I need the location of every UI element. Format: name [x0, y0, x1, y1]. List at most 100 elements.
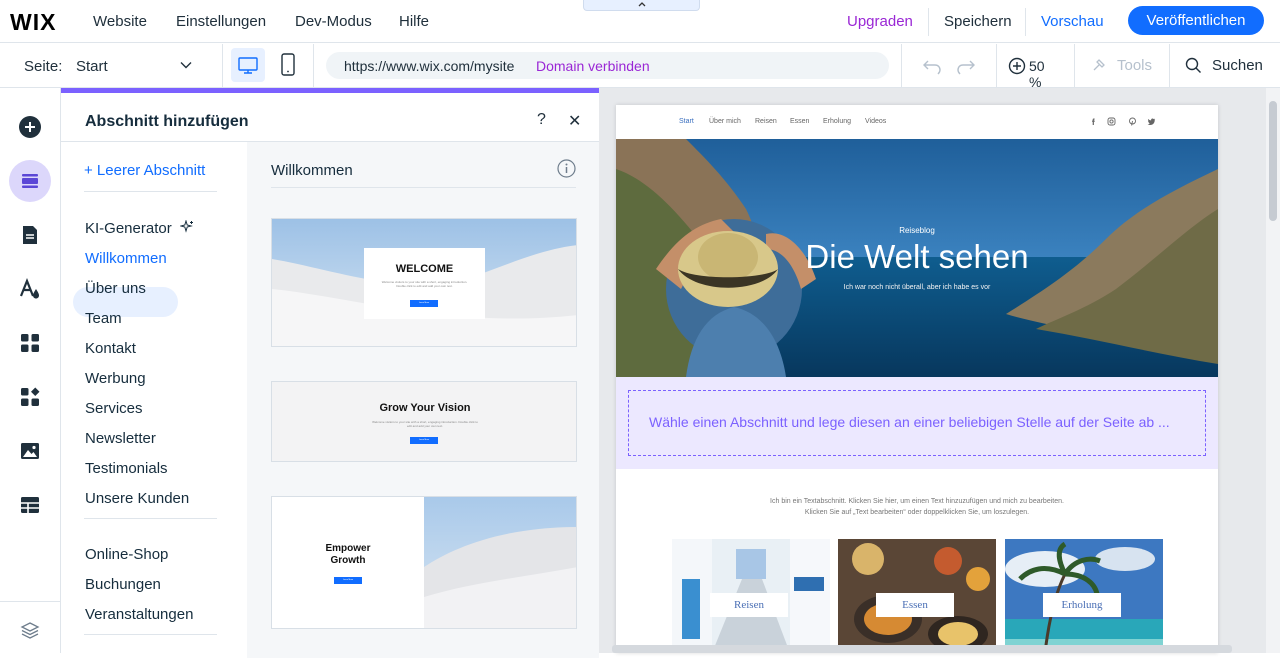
gallery-item-travel[interactable]: Reisen — [672, 539, 830, 653]
drop-zone-outline: Wähle einen Abschnitt und lege diesen an… — [628, 390, 1206, 456]
mobile-icon[interactable] — [278, 52, 298, 78]
upgrade-link[interactable]: Upgraden — [847, 13, 913, 30]
panel-title: Abschnitt hinzufügen — [85, 113, 249, 130]
body-text-line[interactable]: Ich bin ein Textabschnitt. Klicken Sie h… — [616, 498, 1218, 505]
section-category-nav: + Leerer Abschnitt KI-Generator Willkomm… — [61, 142, 247, 658]
cms-icon[interactable] — [18, 493, 42, 517]
facebook-icon[interactable] — [1089, 117, 1098, 126]
collapse-toolbar-button[interactable] — [583, 0, 700, 11]
body-text-line[interactable]: Klicken Sie auf „Text bearbeiten“ oder d… — [616, 509, 1218, 516]
twitter-icon[interactable] — [1147, 117, 1156, 126]
search-label: Suchen — [1212, 57, 1263, 74]
page-selector[interactable]: Start — [76, 58, 108, 75]
nav-item-services[interactable]: Services — [85, 400, 143, 417]
nav-item-welcome[interactable]: Willkommen — [85, 250, 167, 267]
help-icon[interactable]: ? — [537, 111, 546, 129]
layers-icon[interactable] — [20, 620, 40, 640]
pages-icon[interactable] — [18, 223, 42, 247]
divider — [901, 44, 902, 87]
site-nav-videos[interactable]: Videos — [865, 118, 886, 125]
divider — [271, 187, 576, 188]
category-title: Willkommen — [271, 162, 353, 179]
site-url-field[interactable]: https://www.wix.com/mysite Domain verbin… — [326, 52, 889, 79]
pinterest-icon[interactable] — [1128, 117, 1137, 126]
divider — [84, 634, 217, 635]
nav-item-about[interactable]: Über uns — [85, 280, 146, 297]
site-nav-relax[interactable]: Erholung — [823, 118, 851, 125]
preset-button: Learn More — [334, 577, 362, 584]
desktop-view-button[interactable] — [231, 48, 265, 82]
nav-item-bookings[interactable]: Buchungen — [85, 576, 161, 593]
dune-image — [424, 497, 576, 628]
menu-settings[interactable]: Einstellungen — [176, 13, 266, 30]
wix-logo[interactable]: WIX — [10, 9, 56, 36]
info-icon[interactable] — [557, 159, 576, 178]
preset-body-text: Welcome visitors to your site with a sho… — [381, 280, 468, 288]
site-nav-about[interactable]: Über mich — [709, 118, 741, 125]
add-elements-icon[interactable] — [18, 115, 42, 139]
hero-subtitle: Ich war noch nicht überall, aber ich hab… — [843, 284, 991, 291]
undo-icon[interactable] — [922, 57, 942, 75]
site-nav-food[interactable]: Essen — [790, 118, 809, 125]
gallery-item-food[interactable]: Essen — [838, 539, 996, 653]
sections-icon — [22, 174, 38, 188]
preset-heading: Empower Growth — [325, 543, 371, 566]
menu-help[interactable]: Hilfe — [399, 13, 429, 30]
gallery-label: Reisen — [710, 593, 788, 617]
site-nav-travel[interactable]: Reisen — [755, 118, 777, 125]
add-section-panel: Abschnitt hinzufügen ? ✕ + Leerer Abschn… — [61, 88, 599, 658]
nav-item-online-shop[interactable]: Online-Shop — [85, 546, 168, 563]
top-bar: WIX Website Einstellungen Dev-Modus Hilf… — [0, 0, 1280, 43]
tools-label: Tools — [1117, 57, 1153, 74]
preset-heading: WELCOME — [395, 263, 454, 275]
nav-item-testimonials[interactable]: Testimonials — [85, 460, 168, 477]
gallery-item-relax[interactable]: Erholung — [1005, 539, 1163, 653]
nav-item-events[interactable]: Veranstaltungen — [85, 606, 193, 623]
blank-section-button[interactable]: + Leerer Abschnitt — [84, 162, 205, 179]
site-page: Start Über mich Reisen Essen Erholung Vi… — [616, 105, 1218, 653]
divider — [84, 191, 217, 192]
site-nav-home[interactable]: Start — [679, 118, 694, 125]
divider — [928, 8, 929, 36]
design-icon[interactable] — [18, 277, 42, 301]
nav-item-ai-generator[interactable]: KI-Generator — [85, 219, 194, 237]
save-button[interactable]: Speichern — [944, 13, 1012, 30]
redo-icon[interactable] — [956, 57, 976, 75]
divider — [996, 44, 997, 87]
editor-toolbar: Seite: Start https://www.wix.com/mysite … — [0, 44, 1280, 90]
preset-button: Learn More — [410, 300, 438, 307]
hero-section[interactable]: Reiseblog Die Welt sehen Ich war noch ni… — [616, 139, 1218, 377]
menu-website[interactable]: Website — [93, 13, 147, 30]
section-drop-zone[interactable]: Wähle einen Abschnitt und lege diesen an… — [616, 377, 1218, 469]
canvas-horizontal-scrollbar[interactable] — [612, 645, 1232, 653]
search-icon — [1185, 57, 1201, 73]
gallery-label: Erholung — [1043, 593, 1121, 617]
connect-domain-link[interactable]: Domain verbinden — [536, 58, 650, 74]
section-preset-grow-vision[interactable]: Grow Your Vision Welcome visitors to you… — [271, 381, 577, 462]
gallery-label: Essen — [876, 593, 954, 617]
apps-icon[interactable] — [18, 331, 42, 355]
section-preset-welcome[interactable]: WELCOME Welcome visitors to your site wi… — [271, 218, 577, 347]
publish-button[interactable]: Veröffentlichen — [1128, 6, 1264, 35]
preview-button[interactable]: Vorschau — [1041, 13, 1104, 30]
divider — [84, 518, 217, 519]
tools-icon — [1093, 59, 1105, 71]
nav-item-promotion[interactable]: Werbung — [85, 370, 146, 387]
media-icon[interactable] — [18, 439, 42, 463]
nav-item-contact[interactable]: Kontakt — [85, 340, 136, 357]
preset-body-text: Welcome visitors to your site with a sho… — [372, 420, 478, 428]
preset-heading: Grow Your Vision — [379, 402, 471, 414]
section-preset-list: Willkommen WELCOME Welcome visitors to y… — [247, 142, 599, 658]
divider — [1169, 44, 1170, 87]
close-icon[interactable]: ✕ — [568, 111, 581, 131]
chevron-down-icon[interactable] — [179, 58, 193, 72]
section-preset-empower-growth[interactable]: Empower Growth Learn More — [271, 496, 577, 629]
nav-item-team[interactable]: Team — [85, 310, 122, 327]
menu-dev-mode[interactable]: Dev-Modus — [295, 13, 372, 30]
chevron-up-icon — [638, 2, 645, 7]
nav-item-clients[interactable]: Unsere Kunden — [85, 490, 189, 507]
nav-item-newsletter[interactable]: Newsletter — [85, 430, 156, 447]
business-apps-icon[interactable] — [18, 385, 42, 409]
instagram-icon[interactable] — [1107, 117, 1116, 126]
canvas-scrollbar-thumb[interactable] — [1269, 101, 1277, 221]
